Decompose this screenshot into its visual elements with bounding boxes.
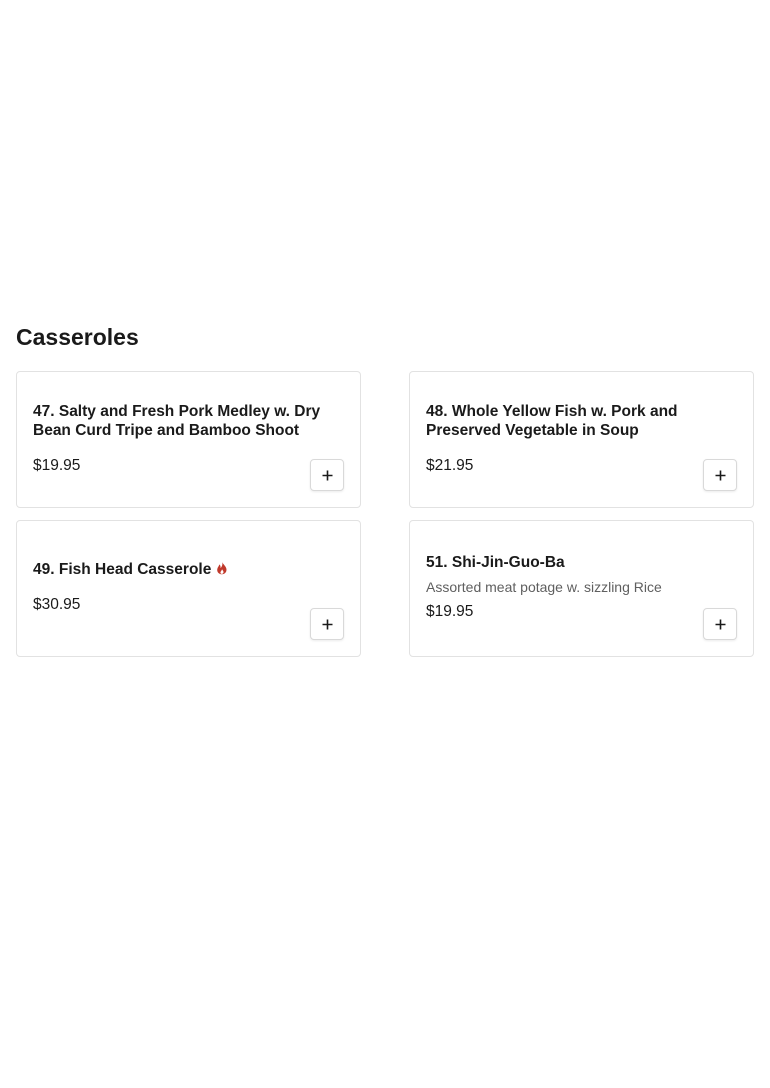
menu-item-card[interactable]: 49. Fish Head Casserole $30.95 <box>16 520 361 657</box>
menu-item-card[interactable]: 47. Salty and Fresh Pork Medley w. Dry B… <box>16 371 361 508</box>
plus-icon <box>322 470 332 480</box>
menu-item-price: $19.95 <box>426 603 474 621</box>
add-item-button[interactable] <box>310 459 344 491</box>
plus-icon <box>715 470 725 480</box>
add-item-button[interactable] <box>703 608 737 640</box>
section-title: Casseroles <box>16 324 139 350</box>
add-item-button[interactable] <box>703 459 737 491</box>
menu-item-name: 48. Whole Yellow Fish w. Pork and Preser… <box>426 402 678 440</box>
plus-icon <box>715 619 725 629</box>
menu-item-price: $19.95 <box>33 456 81 474</box>
menu-item-name: 49. Fish Head Casserole <box>33 561 212 579</box>
menu-item-name-row: 49. Fish Head Casserole <box>33 560 344 580</box>
menu-item-name: 47. Salty and Fresh Pork Medley w. Dry B… <box>33 402 321 440</box>
menu-section-casseroles: Casseroles 47. Salty and Fresh Pork Medl… <box>16 318 754 657</box>
spicy-flame-icon <box>217 561 227 575</box>
menu-item-price: $21.95 <box>426 456 474 474</box>
menu-item-price: $30.95 <box>33 595 81 613</box>
menu-item-name: 51. Shi-Jin-Guo-Ba <box>426 553 565 571</box>
menu-item-info: 51. Shi-Jin-Guo-Ba Assorted meat potage … <box>426 521 737 656</box>
plus-icon <box>322 619 332 629</box>
menu-item-card[interactable]: 51. Shi-Jin-Guo-Ba Assorted meat potage … <box>409 520 754 657</box>
menu-item-info: 48. Whole Yellow Fish w. Pork and Preser… <box>426 372 737 507</box>
add-item-button[interactable] <box>310 608 344 640</box>
menu-item-grid: 47. Salty and Fresh Pork Medley w. Dry B… <box>16 371 754 657</box>
menu-item-info: 47. Salty and Fresh Pork Medley w. Dry B… <box>33 372 344 507</box>
menu-item-card[interactable]: 48. Whole Yellow Fish w. Pork and Preser… <box>409 371 754 508</box>
menu-item-description: Assorted meat potage w. sizzling Rice <box>426 579 662 596</box>
menu-item-info: 49. Fish Head Casserole $30.95 <box>33 521 344 656</box>
